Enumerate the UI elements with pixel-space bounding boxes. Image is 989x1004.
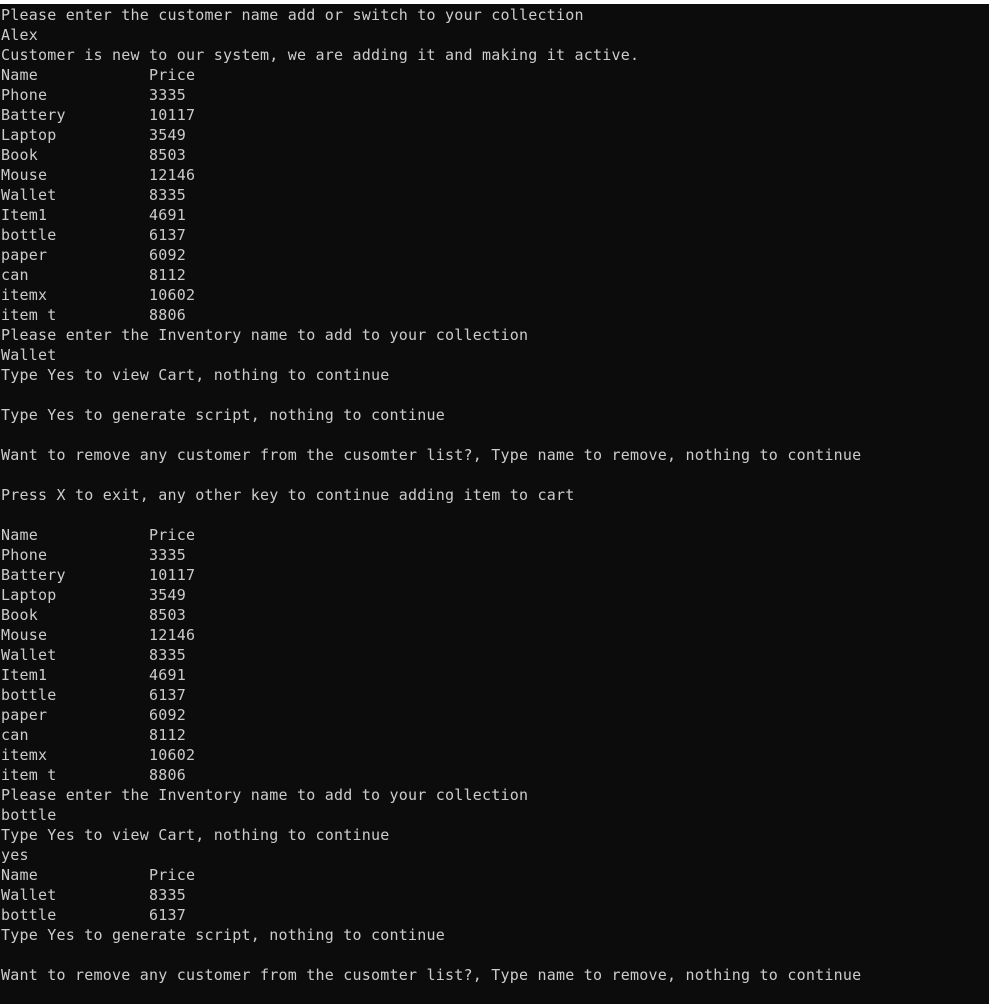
- console-line: Name Price: [1, 866, 196, 884]
- console-line: can 8112: [1, 726, 187, 744]
- console-line: Item1 4691: [1, 206, 187, 224]
- console-line: can 8112: [1, 266, 187, 284]
- console-output: Please enter the customer name add or sw…: [1, 5, 861, 985]
- console-line: paper 6092: [1, 706, 187, 724]
- console-window[interactable]: Please enter the customer name add or sw…: [0, 0, 989, 1004]
- window-top-edge: [0, 0, 989, 4]
- console-line: Please enter the customer name add or sw…: [1, 6, 584, 24]
- console-line: item t 8806: [1, 766, 187, 784]
- console-line: itemx 10602: [1, 286, 196, 304]
- console-line: Laptop 3549: [1, 126, 187, 144]
- console-line: Wallet 8335: [1, 186, 187, 204]
- console-line: Type Yes to view Cart, nothing to contin…: [1, 366, 390, 384]
- console-line: bottle 6137: [1, 226, 187, 244]
- console-line: itemx 10602: [1, 746, 196, 764]
- console-line: Type Yes to generate script, nothing to …: [1, 406, 446, 424]
- console-line: Wallet: [1, 346, 57, 364]
- console-line: Alex: [1, 26, 39, 44]
- console-line: Battery 10117: [1, 566, 196, 584]
- console-line: Please enter the Inventory name to add t…: [1, 786, 529, 804]
- console-line: Battery 10117: [1, 106, 196, 124]
- console-line: Laptop 3549: [1, 586, 187, 604]
- console-line: Wallet 8335: [1, 646, 187, 664]
- console-line: Want to remove any customer from the cus…: [1, 966, 862, 984]
- console-line: Phone 3335: [1, 86, 187, 104]
- console-line: Type Yes to view Cart, nothing to contin…: [1, 826, 390, 844]
- console-line: Please enter the Inventory name to add t…: [1, 326, 529, 344]
- console-line: Type Yes to generate script, nothing to …: [1, 926, 446, 944]
- console-line: Want to remove any customer from the cus…: [1, 446, 862, 464]
- console-line: yes: [1, 846, 29, 864]
- console-line: Mouse 12146: [1, 166, 196, 184]
- console-line: bottle: [1, 806, 57, 824]
- console-line: Book 8503: [1, 146, 187, 164]
- console-line: Mouse 12146: [1, 626, 196, 644]
- console-line: Customer is new to our system, we are ad…: [1, 46, 640, 64]
- console-line: bottle 6137: [1, 686, 187, 704]
- console-line: Item1 4691: [1, 666, 187, 684]
- console-line: bottle 6137: [1, 906, 187, 924]
- console-line: Name Price: [1, 526, 196, 544]
- console-line: Press X to exit, any other key to contin…: [1, 486, 575, 504]
- console-line: Phone 3335: [1, 546, 187, 564]
- console-line: Book 8503: [1, 606, 187, 624]
- console-line: Name Price: [1, 66, 196, 84]
- console-line: item t 8806: [1, 306, 187, 324]
- console-line: Wallet 8335: [1, 886, 187, 904]
- console-line: paper 6092: [1, 246, 187, 264]
